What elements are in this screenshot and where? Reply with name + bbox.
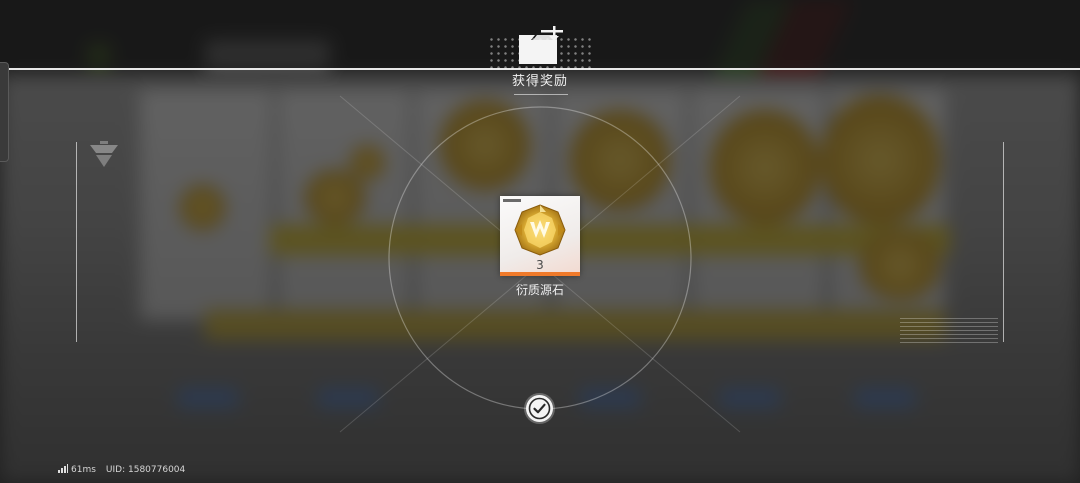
- signal-bars-icon: [58, 464, 68, 473]
- right-frame-line: [1003, 142, 1004, 342]
- reward-item-card[interactable]: 3: [500, 196, 580, 276]
- reward-screen: 获得奖励 3 衍质源石 61ms UID: 1580776004: [0, 0, 1080, 483]
- side-drawer-handle[interactable]: [0, 62, 9, 162]
- confirm-button[interactable]: [526, 395, 553, 422]
- status-footer: 61ms UID: 1580776004: [58, 462, 185, 478]
- title-underline: [514, 94, 568, 95]
- reward-name: 衍质源石: [515, 283, 564, 297]
- faction-emblem-icon: [90, 141, 118, 167]
- uid-label: UID: 1580776004: [105, 465, 186, 475]
- ping-value: 61ms: [71, 465, 96, 475]
- reward-count: 3: [536, 258, 544, 272]
- originium-gem-icon: [514, 204, 566, 256]
- popup-title: 获得奖励: [511, 74, 568, 89]
- rarity-bar: [500, 272, 580, 276]
- decorative-fine-print: [900, 318, 998, 344]
- reward-box-icon: [519, 26, 563, 64]
- left-frame-line: [76, 142, 77, 342]
- checkmark-icon: [528, 397, 551, 420]
